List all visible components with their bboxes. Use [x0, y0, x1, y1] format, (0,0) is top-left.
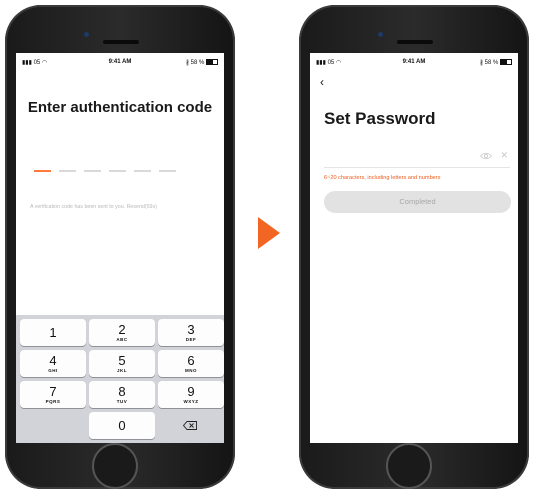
key-letters: GHI: [48, 368, 58, 373]
speaker-grille: [397, 40, 433, 44]
set-password-screen: ▮▮▮ 05 ◠ 9:41 AM ∦ 58 % ‹ Set Password ✕…: [310, 53, 518, 443]
key-letters: JKL: [116, 368, 127, 373]
left-phone-frame: ▮▮▮ 05 ◠ 9:41 AM ∦ 58 % Enter authentica…: [5, 5, 235, 489]
next-step-arrow-icon: [258, 217, 280, 249]
battery-indicator: ∦ 58 %: [186, 59, 218, 66]
completed-button[interactable]: Completed: [324, 191, 511, 213]
key-6[interactable]: 6 MNO: [158, 350, 224, 377]
key-letters: PQRS: [45, 399, 61, 404]
key-digit: 1: [49, 325, 57, 340]
key-digit: 4: [49, 353, 57, 368]
key-3[interactable]: 3 DEF: [158, 319, 224, 346]
code-digit-slot: [134, 170, 151, 172]
page-title: Set Password: [324, 109, 436, 128]
eye-icon[interactable]: [480, 152, 492, 160]
key-1[interactable]: 1: [20, 319, 86, 346]
code-digit-slot: [109, 170, 126, 172]
key-4[interactable]: 4 GHI: [20, 350, 86, 377]
key-digit: 0: [118, 418, 126, 433]
password-input[interactable]: ✕: [324, 149, 510, 168]
backspace-icon: [183, 421, 197, 430]
status-bar: ▮▮▮ 05 ◠ 9:41 AM ∦ 58 %: [16, 53, 224, 71]
battery-percent: 58 %: [484, 60, 499, 66]
home-button[interactable]: [386, 443, 432, 489]
key-digit: 5: [118, 353, 126, 368]
key-letters: MNO: [185, 368, 197, 373]
battery-percent: 58 %: [190, 60, 205, 66]
key-letters: DEF: [185, 337, 197, 342]
key-digit: 2: [118, 322, 126, 337]
code-digit-slot: [159, 170, 176, 172]
password-hint: 6~20 characters, including letters and n…: [324, 175, 441, 181]
key-digit: 7: [49, 384, 57, 399]
battery-icon: [206, 59, 218, 66]
key-2[interactable]: 2 ABC: [89, 319, 155, 346]
code-digit-slot: [84, 170, 101, 172]
bluetooth-icon: ∦: [185, 60, 189, 66]
home-button[interactable]: [92, 443, 138, 489]
auth-code-screen: ▮▮▮ 05 ◠ 9:41 AM ∦ 58 % Enter authentica…: [16, 53, 224, 443]
key-empty: [20, 412, 86, 439]
key-7[interactable]: 7 PQRS: [20, 381, 86, 408]
chevron-left-icon[interactable]: ‹: [320, 75, 324, 89]
battery-indicator: ∦ 58 %: [480, 59, 512, 66]
speaker-grille: [103, 40, 139, 44]
code-input[interactable]: [34, 170, 184, 173]
key-digit: 8: [118, 384, 126, 399]
code-digit-slot: [59, 170, 76, 172]
bluetooth-icon: ∦: [479, 60, 483, 66]
key-9[interactable]: 9 WXYZ: [158, 381, 224, 408]
key-0[interactable]: 0: [89, 412, 155, 439]
key-digit: 6: [187, 353, 195, 368]
key-8[interactable]: 8 TUV: [89, 381, 155, 408]
camera-icon: [84, 32, 89, 37]
key-letters: ABC: [116, 337, 128, 342]
key-digit: 9: [187, 384, 195, 399]
key-letters: WXYZ: [183, 399, 199, 404]
right-phone-frame: ▮▮▮ 05 ◠ 9:41 AM ∦ 58 % ‹ Set Password ✕…: [299, 5, 529, 489]
key-5[interactable]: 5 JKL: [89, 350, 155, 377]
status-bar: ▮▮▮ 05 ◠ 9:41 AM ∦ 58 %: [310, 53, 518, 71]
verification-message[interactable]: A verification code has been sent to you…: [30, 204, 224, 210]
page-title: Enter authentication code: [27, 99, 213, 116]
key-letters: TUV: [116, 399, 128, 404]
camera-icon: [378, 32, 383, 37]
key-digit: 3: [187, 322, 195, 337]
code-digit-slot: [34, 170, 51, 172]
numeric-keypad: 1 2 ABC 3 DEF 4 GHI 5 JKL 6 MNO 7 PQRS 8…: [16, 315, 224, 443]
backspace-key[interactable]: [158, 412, 224, 439]
battery-icon: [500, 59, 512, 66]
close-icon[interactable]: ✕: [500, 151, 508, 160]
